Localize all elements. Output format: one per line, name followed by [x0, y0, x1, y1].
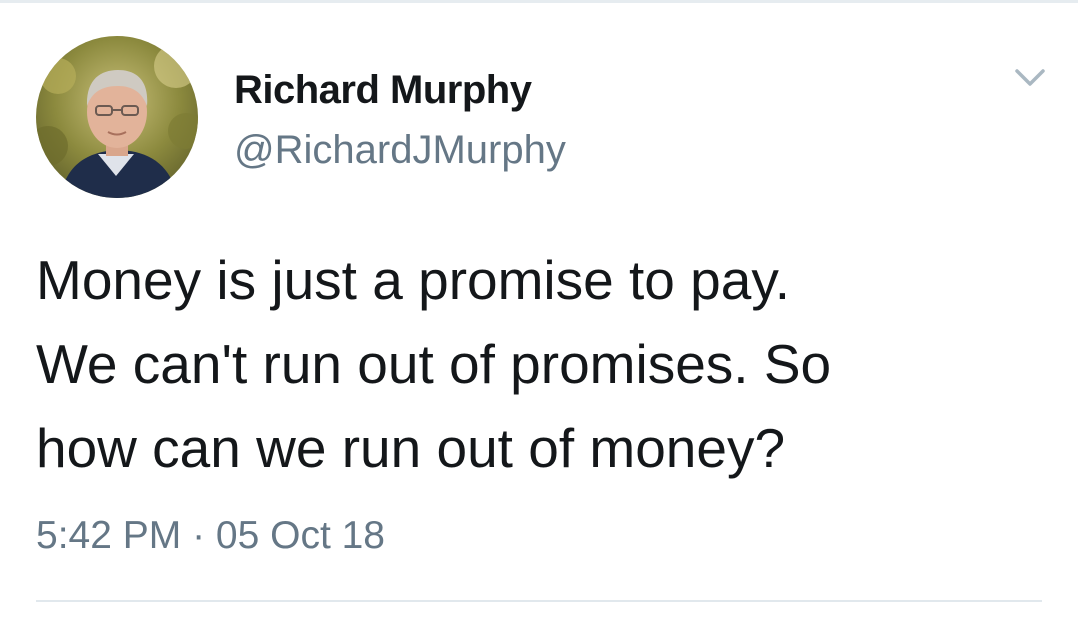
bottom-divider — [36, 600, 1042, 602]
top-divider — [0, 0, 1078, 3]
author-display-name[interactable]: Richard Murphy — [234, 66, 532, 114]
tweet-text-line: Money is just a promise to pay. — [36, 249, 791, 311]
chevron-down-icon — [1015, 69, 1045, 86]
avatar[interactable] — [36, 36, 198, 198]
tweet-timestamp[interactable]: 5:42 PM · 05 Oct 18 — [36, 512, 385, 560]
tweet-menu-button[interactable] — [1010, 62, 1050, 94]
avatar-photo — [36, 36, 198, 198]
author-handle[interactable]: @RichardJMurphy — [234, 126, 566, 174]
tweet-text: Money is just a promise to pay. We can't… — [36, 238, 1046, 490]
tweet-text-line: We can't run out of promises. So — [36, 333, 832, 395]
tweet-text-line: how can we run out of money? — [36, 417, 786, 479]
